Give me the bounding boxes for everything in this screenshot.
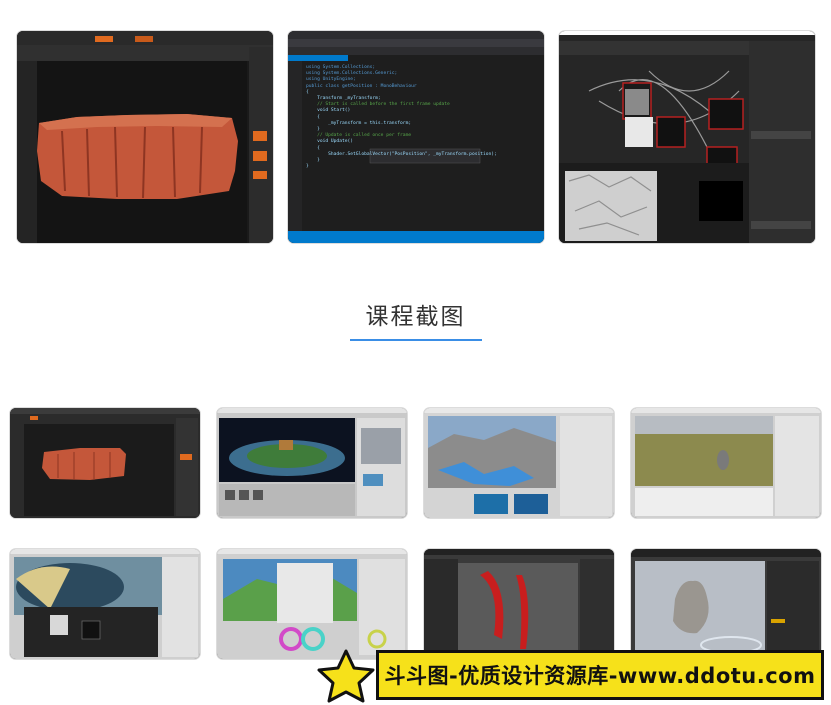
red-curve-image — [424, 549, 614, 659]
gallery-thumb-material-nodes[interactable] — [10, 549, 200, 659]
stone-statue-image — [631, 549, 821, 659]
terrain-blockout-image — [424, 408, 614, 518]
grass-terrain-image — [631, 408, 821, 518]
material-nodes-image — [10, 549, 200, 659]
zbrush-screenshot[interactable] — [17, 31, 273, 243]
watermark-text: 斗斗图-优质设计资源库-www.ddotu.com — [384, 664, 816, 688]
gallery-thumb-color-grading[interactable] — [217, 549, 407, 659]
gallery-thumb-zbrush-rock[interactable] — [10, 408, 200, 518]
watermark-box: 斗斗图-优质设计资源库-www.ddotu.com — [376, 650, 824, 700]
gallery-thumb-terrain-blockout[interactable] — [424, 408, 614, 518]
gallery-thumb-red-curve[interactable] — [424, 549, 614, 659]
gallery-thumb-stone-statue[interactable] — [631, 549, 821, 659]
gallery-thumb-grass-terrain[interactable] — [631, 408, 821, 518]
unity-island-image — [217, 408, 407, 518]
zbrush-rock-image — [17, 31, 273, 243]
section-title: 课程截图 — [349, 293, 482, 341]
gallery-thumb-unity-island[interactable] — [217, 408, 407, 518]
code-lines: using System.Collections; using System.Co… — [306, 65, 540, 170]
watermark-banner: 斗斗图-优质设计资源库-www.ddotu.com — [314, 648, 830, 704]
zbrush-rock-small-image — [10, 408, 200, 518]
visual-studio-screenshot[interactable]: using System.Collections; using System.Co… — [288, 31, 544, 243]
color-grading-image — [217, 549, 407, 659]
substance-designer-screenshot[interactable] — [559, 31, 815, 243]
section-header: 课程截图 — [0, 293, 831, 341]
star-icon — [317, 649, 375, 703]
node-graph-image — [559, 31, 815, 243]
code-line: } — [306, 164, 309, 170]
